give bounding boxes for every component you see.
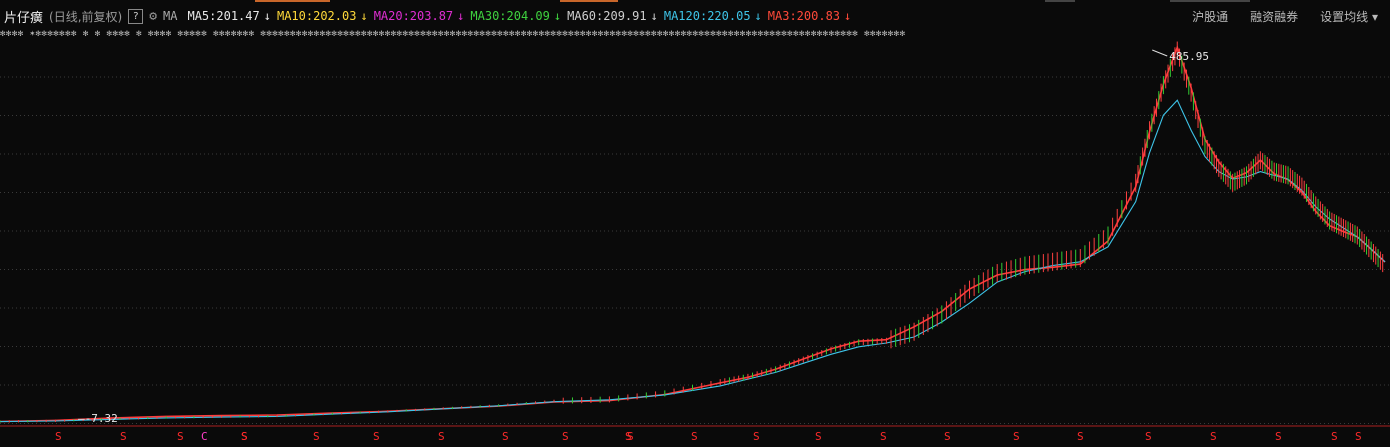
s-marker: S <box>1013 430 1020 443</box>
s-marker: S <box>1077 430 1084 443</box>
s-marker: S <box>627 430 634 443</box>
s-marker: S <box>502 430 509 443</box>
s-marker: S <box>691 430 698 443</box>
s-marker: S <box>241 430 248 443</box>
low-price-label: —-7.32 <box>78 412 118 425</box>
high-price-label: 485.95 <box>1169 50 1209 63</box>
series-line-ma <box>0 99 1386 423</box>
s-marker: S <box>880 430 887 443</box>
s-marker: S <box>1355 430 1362 443</box>
s-marker: S <box>177 430 184 443</box>
s-marker: S <box>1210 430 1217 443</box>
s-marker: S <box>120 430 127 443</box>
s-marker: S <box>753 430 760 443</box>
s-marker: S <box>373 430 380 443</box>
s-marker: S <box>1275 430 1282 443</box>
s-marker: S <box>55 430 62 443</box>
c-marker: C <box>201 430 208 443</box>
price-chart[interactable]: 485.95—-7.32S S S C S S S S S S S S S S S S S S S S S S SSS <box>0 0 1390 447</box>
s-marker: S <box>815 430 822 443</box>
s-marker: S <box>1145 430 1152 443</box>
s-marker: S <box>562 430 569 443</box>
high-pointer <box>1152 49 1168 57</box>
s-marker: S <box>1331 430 1338 443</box>
s-marker: S <box>313 430 320 443</box>
s-marker: S <box>438 430 445 443</box>
s-marker: S <box>944 430 951 443</box>
series-line-price <box>0 45 1386 423</box>
